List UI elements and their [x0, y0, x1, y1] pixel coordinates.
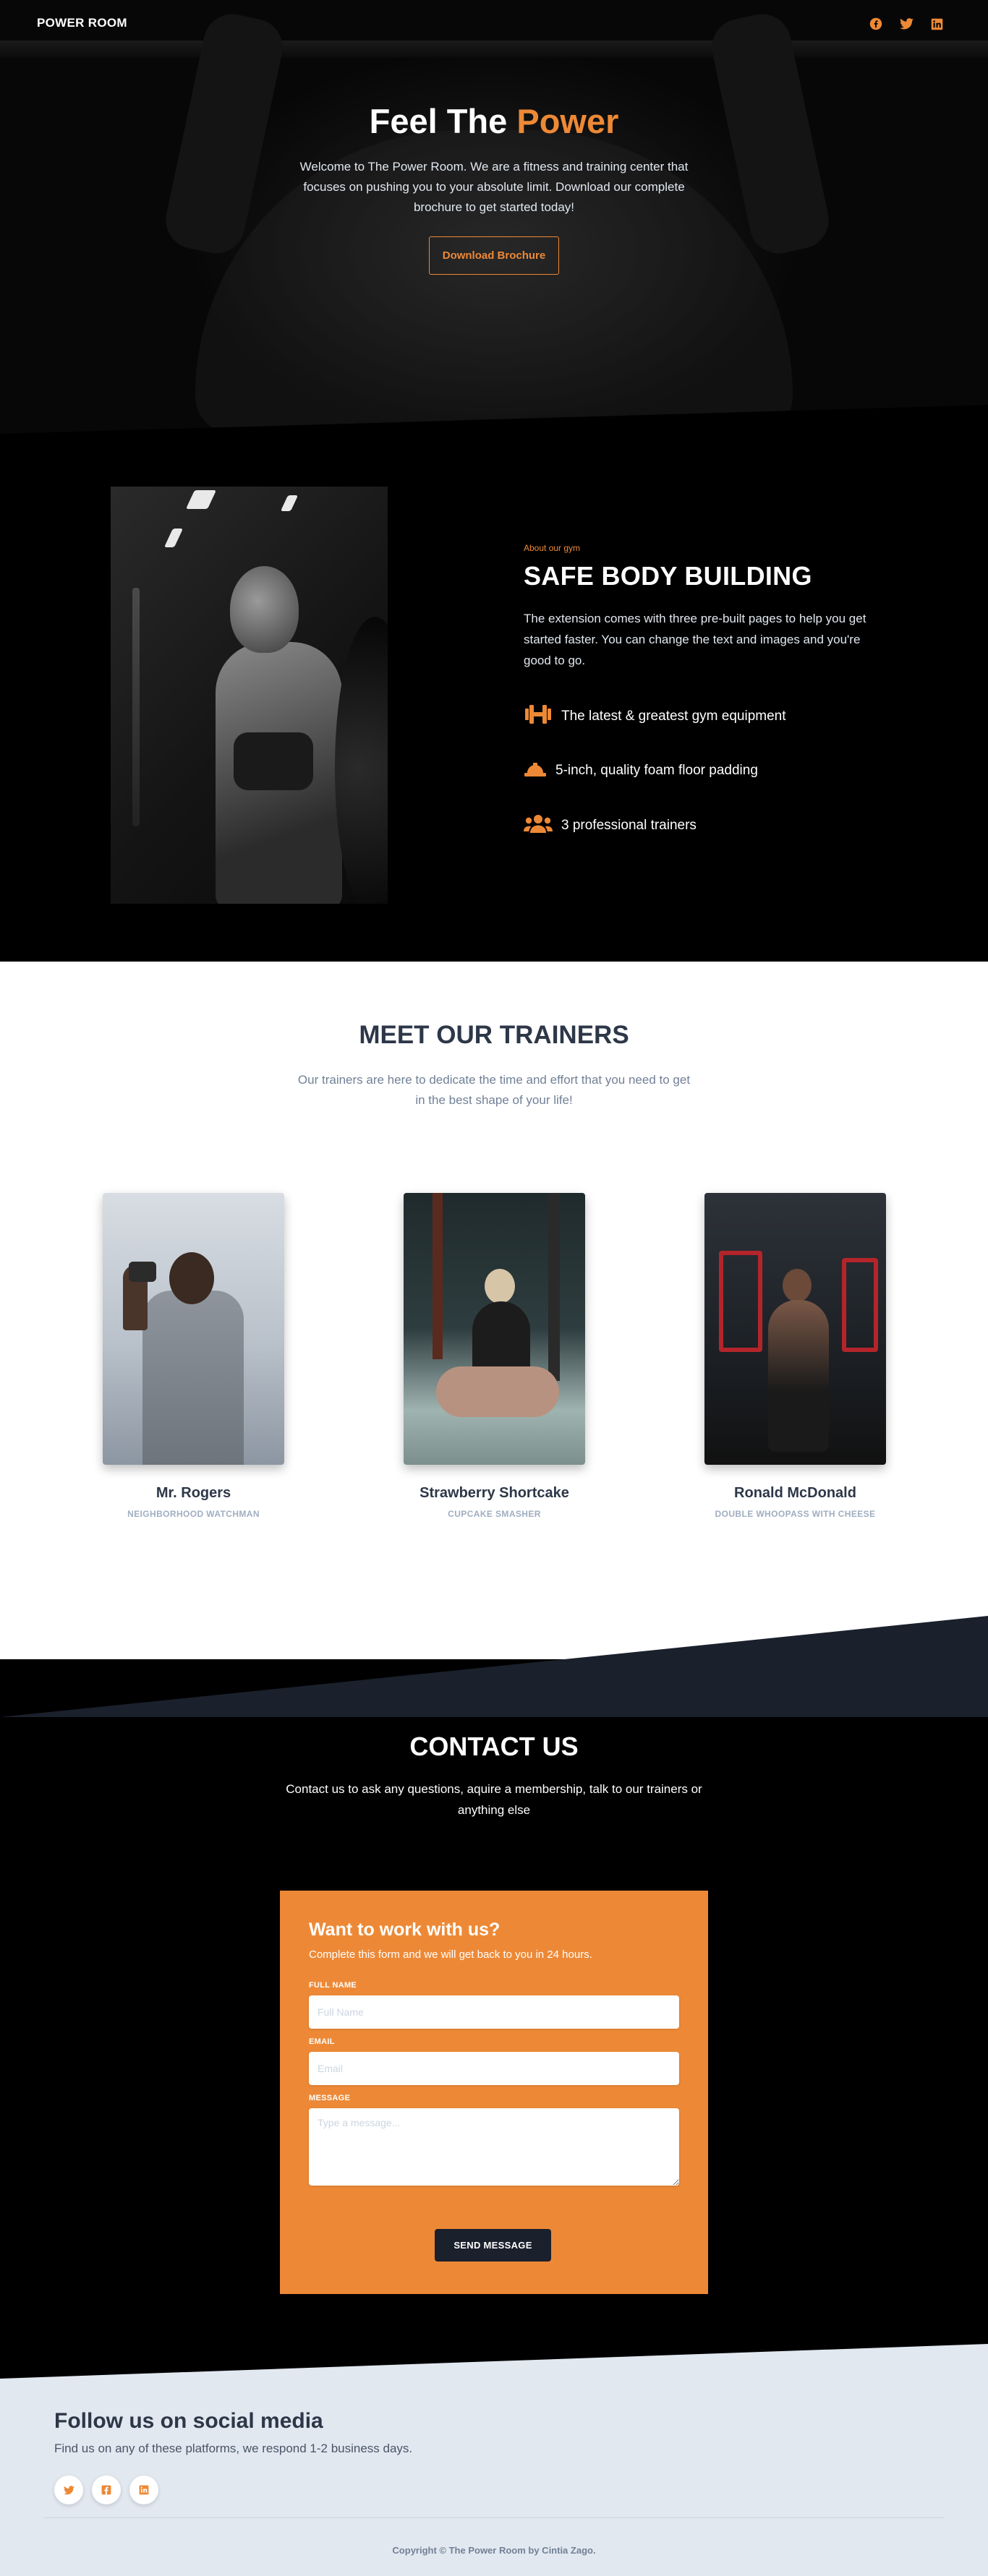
- footer-social-links: [54, 2476, 158, 2504]
- feature-equipment: The latest & greatest gym equipment: [524, 704, 786, 729]
- twitter-icon[interactable]: [54, 2476, 83, 2504]
- footer-heading: Follow us on social media: [54, 2409, 323, 2433]
- feature-trainers: 3 professional trainers: [524, 813, 697, 838]
- hard-hat-icon: [524, 759, 547, 782]
- trainers-section: MEET OUR TRAINERS Our trainers are here …: [0, 962, 988, 1685]
- trainer-photo-image: [404, 1193, 585, 1465]
- trainer-role: NEIGHBORHOOD WATCHMAN: [127, 1509, 260, 1519]
- users-icon: [524, 813, 553, 838]
- contact-form: Want to work with us? Complete this form…: [280, 1891, 708, 2294]
- about-kicker: About our gym: [524, 543, 581, 553]
- download-brochure-button[interactable]: Download Brochure: [428, 236, 560, 275]
- linkedin-icon[interactable]: [129, 2476, 158, 2504]
- hero-title: Feel The Power: [369, 102, 619, 140]
- email-input[interactable]: [309, 2052, 679, 2085]
- trainer-card: Mr. Rogers NEIGHBORHOOD WATCHMAN: [103, 1193, 284, 1519]
- send-message-button[interactable]: SEND MESSAGE: [435, 2229, 551, 2262]
- trainer-photo-image: [103, 1193, 284, 1465]
- trainers-text: Our trainers are here to dedicate the ti…: [297, 1073, 691, 1107]
- footer-text: Find us on any of these platforms, we re…: [54, 2442, 413, 2455]
- footer: Follow us on social media Find us on any…: [0, 2344, 988, 2576]
- feature-padding: 5-inch, quality foam floor padding: [524, 759, 758, 782]
- about-heading: SAFE BODY BUILDING: [524, 561, 812, 591]
- trainer-role: CUPCAKE SMASHER: [448, 1509, 541, 1519]
- trainers-heading: MEET OUR TRAINERS: [359, 1021, 629, 1049]
- form-subtitle: Complete this form and we will get back …: [309, 1948, 592, 1961]
- hero-section: Feel The Power Welcome to The Power Room…: [0, 0, 988, 434]
- trainer-name: Ronald McDonald: [734, 1485, 856, 1501]
- linkedin-icon[interactable]: [929, 16, 945, 32]
- about-text: The extension comes with three pre-built…: [524, 612, 866, 667]
- full-name-label: FULL NAME: [309, 1981, 357, 1990]
- facebook-icon[interactable]: [92, 2476, 121, 2504]
- trainer-card: Strawberry Shortcake CUPCAKE SMASHER: [404, 1193, 585, 1519]
- trainer-name: Strawberry Shortcake: [420, 1485, 569, 1501]
- trainer-name: Mr. Rogers: [156, 1485, 231, 1501]
- email-label: EMAIL: [309, 2037, 335, 2046]
- trainer-card: Ronald McDonald DOUBLE WHOOPASS WITH CHE…: [704, 1193, 886, 1519]
- brand-logo[interactable]: POWER ROOM: [37, 16, 127, 30]
- contact-text: Contact us to ask any questions, aquire …: [286, 1782, 702, 1817]
- message-textarea[interactable]: [309, 2108, 679, 2186]
- dumbbell-icon: [524, 704, 553, 729]
- top-nav: POWER ROOM: [0, 0, 988, 48]
- hero-content: Feel The Power Welcome to The Power Room…: [0, 101, 988, 275]
- twitter-icon[interactable]: [898, 16, 914, 32]
- message-label: MESSAGE: [309, 2094, 351, 2102]
- woman-training-image: [111, 487, 388, 904]
- contact-section: CONTACT US Contact us to ask any questio…: [0, 1659, 988, 2382]
- page: Feel The Power Welcome to The Power Room…: [0, 0, 988, 2576]
- top-social-links: [868, 16, 945, 32]
- contact-heading: CONTACT US: [409, 1732, 579, 1761]
- facebook-icon[interactable]: [868, 16, 884, 32]
- copyright-text: Copyright © The Power Room by Cintia Zag…: [392, 2545, 596, 2556]
- full-name-input[interactable]: [309, 1995, 679, 2029]
- trainer-photo-image: [704, 1193, 886, 1465]
- form-title: Want to work with us?: [309, 1920, 501, 1940]
- about-section: About our gym SAFE BODY BUILDING The ext…: [0, 434, 988, 962]
- hero-text: Welcome to The Power Room. We are a fitn…: [299, 160, 689, 214]
- footer-divider: [43, 2517, 945, 2518]
- trainer-role: DOUBLE WHOOPASS WITH CHEESE: [715, 1509, 876, 1519]
